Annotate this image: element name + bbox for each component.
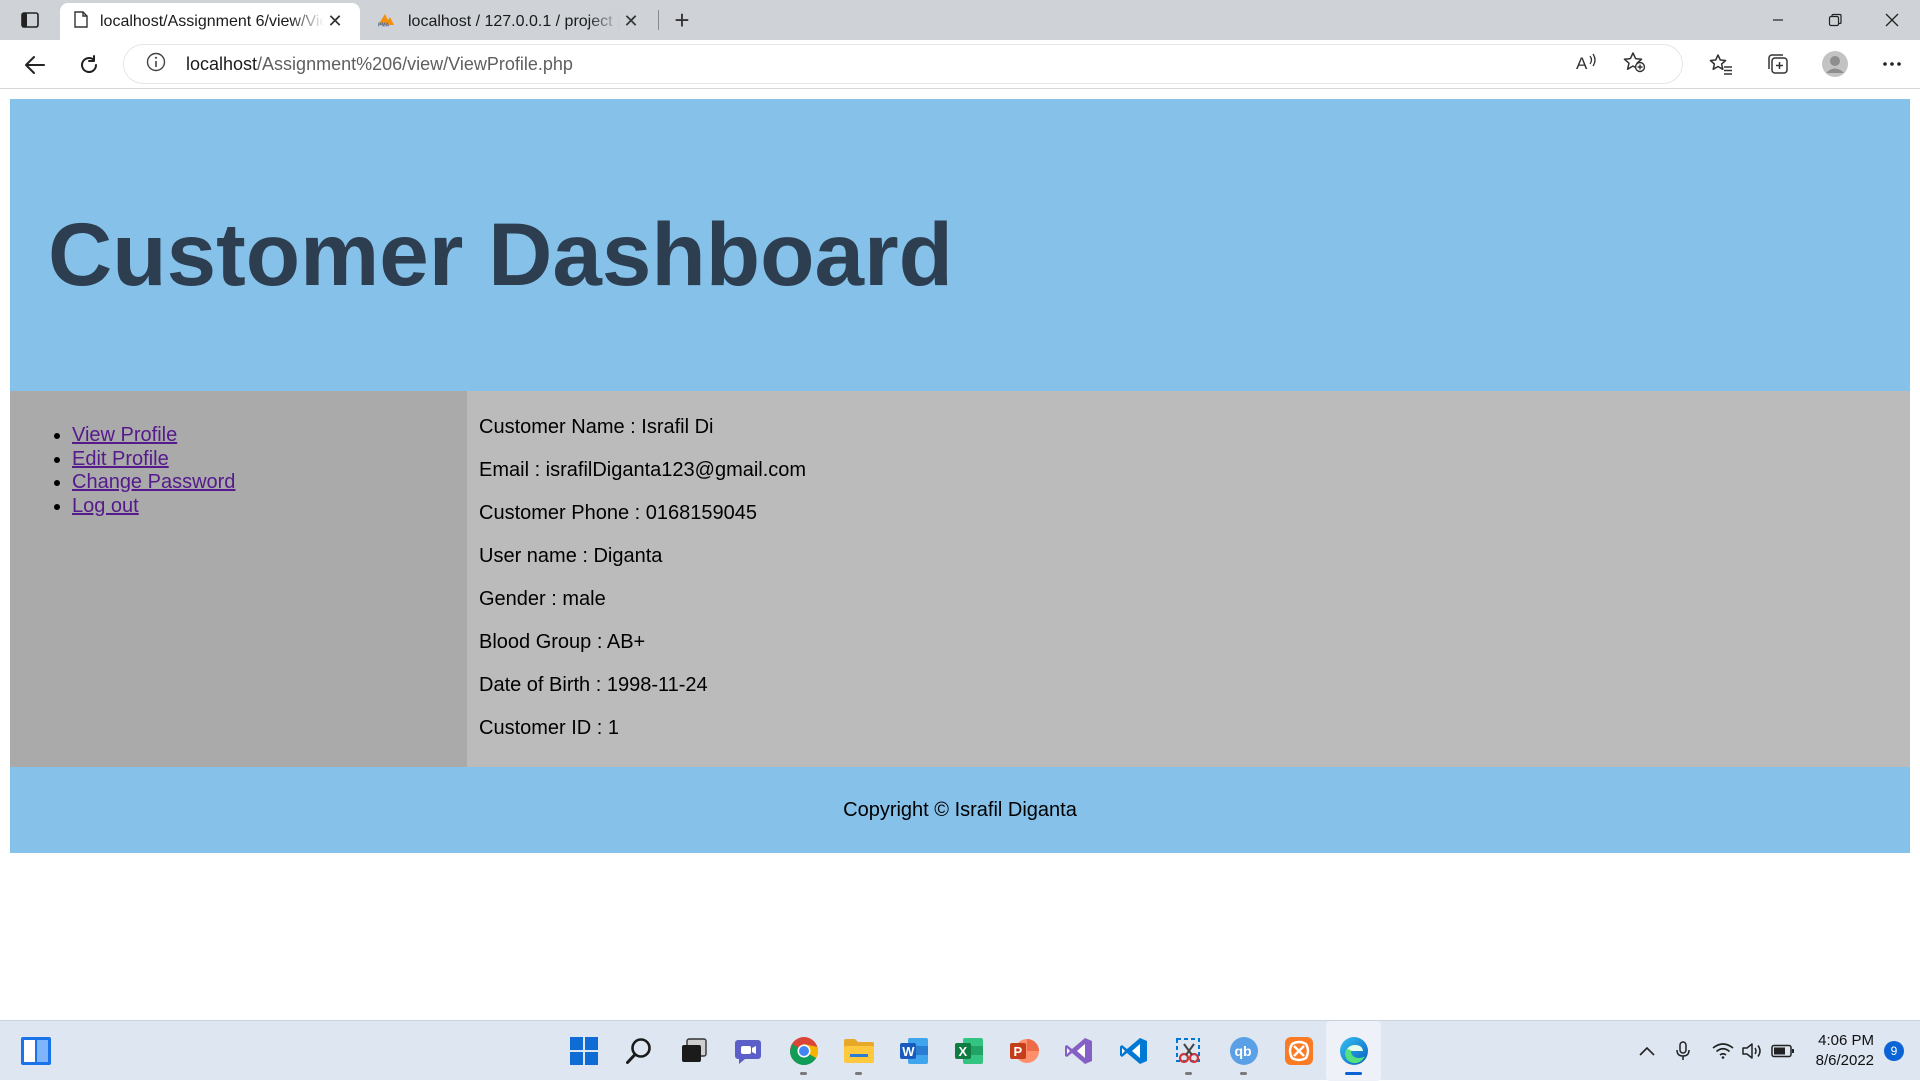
back-arrow-icon[interactable] [18, 48, 52, 82]
view-profile-link[interactable]: View Profile [72, 424, 177, 446]
customer-name-text: Customer Name : Israfil Di [479, 416, 714, 438]
profile-content: Customer Name : Israfil Di Email : israf… [467, 391, 1910, 767]
file-explorer-icon[interactable] [831, 1021, 886, 1081]
address-bar: localhost/Assignment%206/view/ViewProfil… [0, 40, 1920, 89]
xampp-icon[interactable] [1271, 1021, 1326, 1081]
nav-item: Change Password [72, 471, 235, 495]
chevron-up-icon[interactable] [1632, 1046, 1662, 1056]
restore-icon[interactable] [1806, 0, 1863, 40]
running-indicator [800, 1072, 807, 1075]
url-host: localhost [186, 53, 258, 74]
svg-text:W: W [902, 1044, 915, 1059]
word-icon[interactable]: W [886, 1021, 941, 1081]
close-window-icon[interactable] [1863, 0, 1920, 40]
read-aloud-icon[interactable]: A [1576, 52, 1598, 77]
page-viewport: Customer Dashboard View Profile Edit Pro… [0, 90, 1920, 1019]
qbittorrent-icon[interactable]: qb [1216, 1021, 1271, 1081]
nav-item: Log out [72, 495, 235, 519]
close-tab-icon[interactable]: ✕ [324, 11, 346, 33]
url-text: localhost/Assignment%206/view/ViewProfil… [186, 54, 573, 75]
svg-text:A: A [1576, 54, 1588, 72]
running-indicator [1185, 1072, 1192, 1075]
svg-text:P: P [1013, 1044, 1022, 1059]
task-view-icon[interactable] [666, 1021, 721, 1081]
minimize-icon[interactable] [1749, 0, 1806, 40]
system-tray: 4:06 PM 8/6/2022 9 [1632, 1021, 1920, 1081]
battery-icon[interactable] [1768, 1044, 1798, 1058]
blood-group-text: Blood Group : AB+ [479, 631, 646, 653]
email-text: Email : israfilDiganta123@gmail.com [479, 459, 807, 481]
url-field[interactable]: localhost/Assignment%206/view/ViewProfil… [124, 45, 1682, 83]
visual-studio-icon[interactable] [1051, 1021, 1106, 1081]
url-path: /Assignment%206/view/ViewProfile.php [257, 53, 573, 74]
nav-item: Edit Profile [72, 448, 235, 472]
collections-icon[interactable] [1749, 40, 1806, 88]
footer: Copyright © Israfil Diganta [10, 767, 1910, 853]
running-indicator [855, 1072, 862, 1075]
edge-icon[interactable] [1326, 1021, 1381, 1081]
tab-phpmyadmin[interactable]: PMA localhost / 127.0.0.1 / project | ph… [362, 3, 656, 40]
add-favorite-icon[interactable] [1622, 51, 1646, 78]
tab-separator [658, 10, 659, 30]
date-text: 8/6/2022 [1815, 1052, 1874, 1069]
new-tab-icon[interactable]: + [668, 5, 696, 35]
change-password-link[interactable]: Change Password [72, 471, 235, 493]
chrome-icon[interactable] [776, 1021, 831, 1081]
customer-phone-text: Customer Phone : 0168159045 [479, 502, 757, 524]
notification-badge[interactable]: 9 [1884, 1041, 1904, 1061]
clock[interactable]: 4:06 PM 8/6/2022 [1816, 1031, 1874, 1071]
url-actions: A [1576, 45, 1646, 83]
snipping-tool-icon[interactable] [1161, 1021, 1216, 1081]
refresh-icon[interactable] [72, 48, 106, 82]
tab-title: localhost/Assignment 6/view/ViewProfile.… [100, 12, 324, 30]
more-options-icon[interactable] [1863, 40, 1920, 88]
gender-text: Gender : male [479, 588, 606, 610]
favorites-icon[interactable] [1692, 40, 1749, 88]
tab-actions-icon[interactable] [18, 10, 42, 30]
window-controls [1749, 0, 1920, 40]
widgets-icon[interactable] [20, 1036, 52, 1066]
vscode-icon[interactable] [1106, 1021, 1161, 1081]
excel-icon[interactable]: X [941, 1021, 996, 1081]
search-icon[interactable] [611, 1021, 666, 1081]
tab-view-profile[interactable]: localhost/Assignment 6/view/ViewProfile.… [60, 3, 360, 40]
browser-tab-bar: localhost/Assignment 6/view/ViewProfile.… [0, 0, 1920, 40]
wifi-icon[interactable] [1708, 1043, 1738, 1059]
svg-text:PMA: PMA [378, 23, 390, 28]
info-icon[interactable] [146, 52, 166, 77]
profile-avatar-icon[interactable] [1806, 40, 1863, 88]
sidebar: View Profile Edit Profile Change Passwor… [10, 391, 467, 767]
customer-id-text: Customer ID : 1 [479, 717, 620, 739]
dashboard-header: Customer Dashboard [10, 99, 1910, 391]
running-indicator [1240, 1072, 1247, 1075]
tab-title: localhost / 127.0.0.1 / project | phpMyA… [408, 12, 620, 30]
microphone-icon[interactable] [1668, 1041, 1698, 1061]
edit-profile-link[interactable]: Edit Profile [72, 448, 169, 470]
page-icon [74, 10, 88, 33]
phpmyadmin-icon: PMA [376, 11, 396, 32]
date-of-birth-text: Date of Birth : 1998-11-24 [479, 674, 708, 696]
browser-toolbar [1692, 40, 1920, 88]
close-tab-icon[interactable]: ✕ [620, 11, 642, 33]
log-out-link[interactable]: Log out [72, 495, 139, 517]
nav-item: View Profile [72, 424, 235, 448]
running-indicator [1345, 1072, 1362, 1075]
user-name-text: User name : Diganta [479, 545, 663, 567]
chat-icon[interactable] [721, 1021, 776, 1081]
start-icon[interactable] [556, 1021, 611, 1081]
taskbar-apps: W X P qb [556, 1021, 1381, 1081]
svg-text:qb: qb [1234, 1043, 1251, 1059]
volume-icon[interactable] [1738, 1042, 1768, 1060]
nav-list: View Profile Edit Profile Change Passwor… [72, 424, 235, 518]
powerpoint-icon[interactable]: P [996, 1021, 1051, 1081]
svg-text:X: X [958, 1044, 967, 1059]
time-text: 4:06 PM [1818, 1032, 1874, 1049]
copyright-text: Copyright © Israfil Diganta [843, 798, 1077, 821]
taskbar: W X P qb 4:06 PM 8/6/2022 9 [0, 1020, 1920, 1081]
page-title: Customer Dashboard [48, 204, 953, 304]
